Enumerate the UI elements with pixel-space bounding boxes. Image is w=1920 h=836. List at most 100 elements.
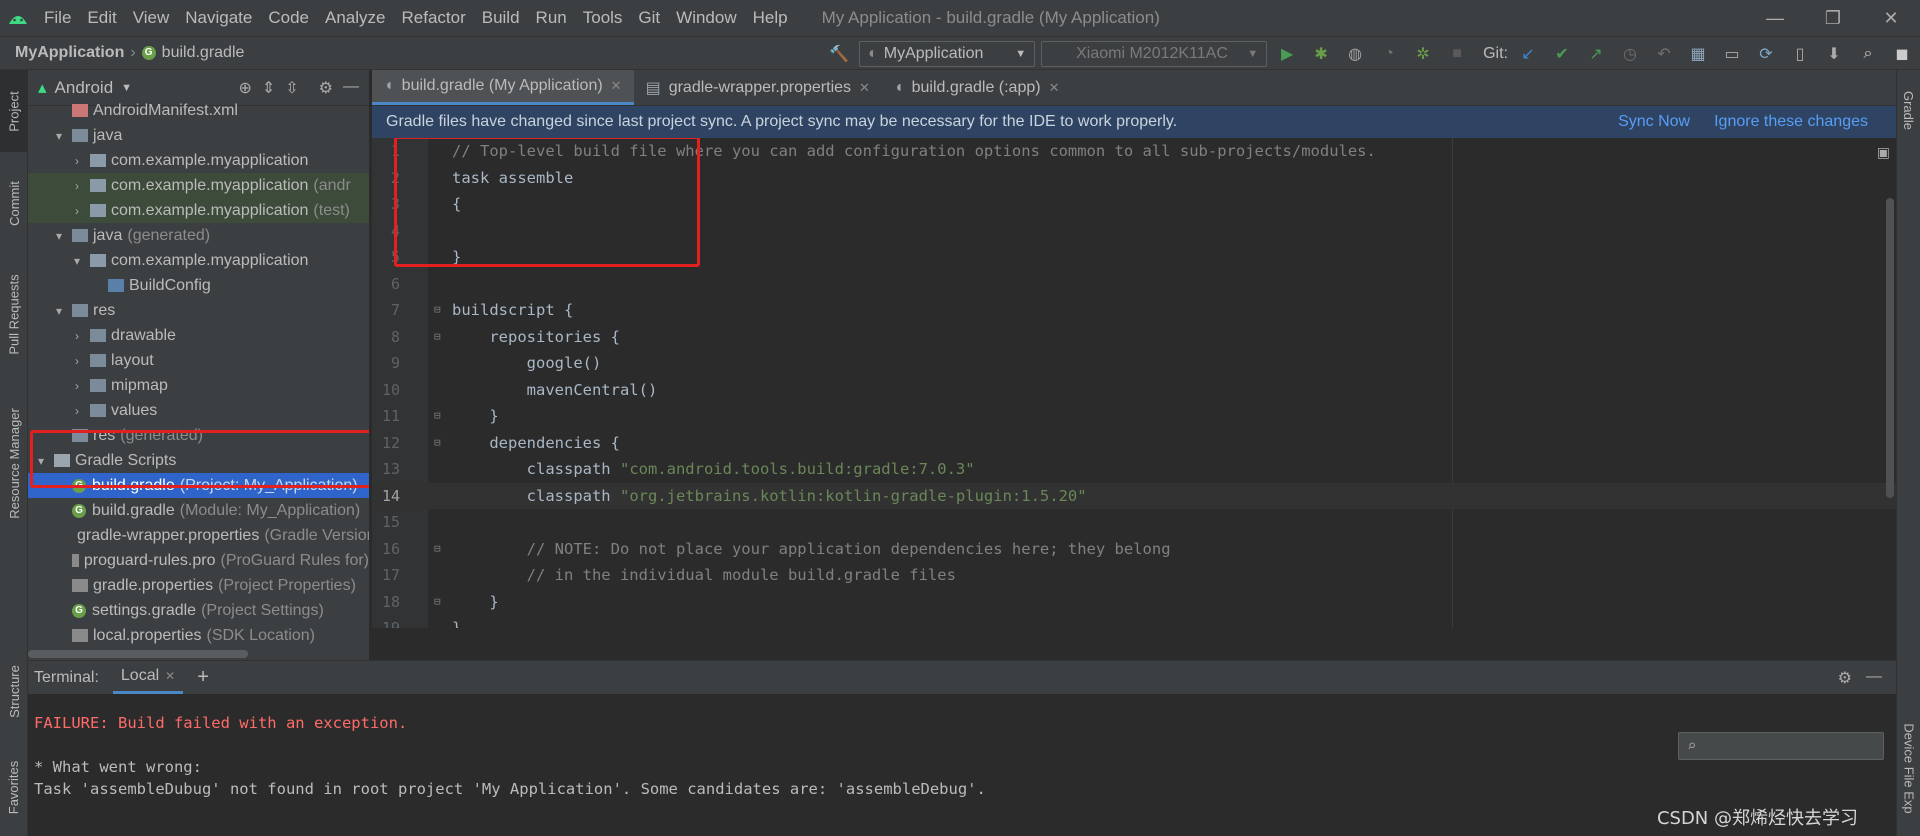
fold-marker-icon[interactable]: ⊟ <box>434 297 444 323</box>
code-line[interactable]: 6 <box>372 271 1896 297</box>
tree-item[interactable]: BuildConfig <box>28 273 369 298</box>
stripe-tab-favorites[interactable]: Favorites <box>0 742 28 832</box>
code-line[interactable]: 15 <box>372 509 1896 535</box>
chevron-down-icon[interactable]: ▾ <box>70 254 84 268</box>
history-icon[interactable]: ◷ <box>1616 40 1644 68</box>
close-icon[interactable]: ✕ <box>165 669 175 683</box>
device-manager-icon[interactable]: ▭ <box>1718 40 1746 68</box>
breadcrumb-project[interactable]: MyApplication <box>15 44 124 62</box>
tree-item[interactable]: › layout <box>28 348 369 373</box>
close-icon[interactable]: ✕ <box>1049 80 1060 96</box>
tree-item[interactable]: local.properties (SDK Location) <box>28 623 369 648</box>
stripe-tab-project[interactable]: Project <box>0 70 28 152</box>
chevron-right-icon[interactable]: › <box>70 404 84 418</box>
terminal-tab-local[interactable]: Local ✕ <box>112 661 184 694</box>
menu-item-window[interactable]: Window <box>668 0 744 36</box>
tree-item[interactable]: proguard-rules.pro (ProGuard Rules for) <box>28 548 369 573</box>
sync-now-link[interactable]: Sync Now <box>1618 113 1690 131</box>
code-line[interactable]: 7 ⊟ buildscript { <box>372 297 1896 323</box>
breadcrumb-file[interactable]: build.gradle <box>162 44 245 62</box>
project-view-select[interactable]: ▴ Android ▼ <box>38 78 132 98</box>
sdk-manager-icon[interactable]: ⬇ <box>1820 40 1848 68</box>
tree-item[interactable]: › com.example.myapplication (test) <box>28 198 369 223</box>
fold-marker-icon[interactable]: ⊟ <box>434 403 444 429</box>
tree-item[interactable]: › com.example.myapplication (andr <box>28 173 369 198</box>
hide-panel-icon[interactable]: — <box>1866 668 1882 688</box>
tree-item[interactable]: ▾ java <box>28 123 369 148</box>
stripe-tab-pull-requests[interactable]: Pull Requests <box>0 254 28 374</box>
menu-item-navigate[interactable]: Navigate <box>177 0 260 36</box>
menu-item-file[interactable]: File <box>36 0 79 36</box>
code-line[interactable]: 16 ⊟ // NOTE: Do not place your applicati… <box>372 536 1896 562</box>
fold-marker-icon[interactable]: ⊟ <box>434 589 444 615</box>
ignore-changes-link[interactable]: Ignore these changes <box>1714 113 1868 131</box>
chevron-right-icon[interactable]: › <box>70 204 84 218</box>
device-select[interactable]: Xiaomi M2012K11AC ▼ <box>1041 40 1268 67</box>
chevron-right-icon[interactable]: › <box>70 329 84 343</box>
debug-icon[interactable]: ✱ <box>1307 40 1335 68</box>
editor-tab[interactable]: ◖ build.gradle (My Application) ✕ <box>372 70 634 105</box>
stop-icon[interactable]: ■ <box>1443 40 1471 68</box>
tree-item[interactable]: › mipmap <box>28 373 369 398</box>
close-icon[interactable]: ✕ <box>859 80 870 96</box>
menu-item-analyze[interactable]: Analyze <box>317 0 393 36</box>
add-terminal-button[interactable]: + <box>197 666 209 689</box>
git-commit-icon[interactable]: ✔ <box>1548 40 1576 68</box>
tree-item[interactable]: Gbuild.gradle (Module: My_Application) <box>28 498 369 523</box>
profile-icon[interactable]: ◔ <box>1375 40 1403 68</box>
code-line[interactable]: 14 classpath "org.jetbrains.kotlin:kotli… <box>372 482 1896 509</box>
stripe-tab-gradle[interactable]: Gradle <box>1897 70 1920 150</box>
tree-item[interactable]: › com.example.myapplication <box>28 148 369 173</box>
horizontal-scrollbar[interactable] <box>28 650 248 658</box>
run-config-select[interactable]: ◐ MyApplication ▼ <box>859 40 1036 67</box>
chevron-down-icon[interactable]: ▾ <box>52 229 66 243</box>
hide-panel-icon[interactable]: — <box>343 78 359 98</box>
editor-tab[interactable]: ◖ build.gradle (:app) ✕ <box>882 70 1072 105</box>
menu-item-git[interactable]: Git <box>630 0 668 36</box>
restore-button[interactable]: ❐ <box>1804 0 1862 36</box>
tree-item[interactable]: gradle-wrapper.properties (Gradle Version… <box>28 523 369 548</box>
code-line[interactable]: 13 classpath "com.android.tools.build:gr… <box>372 456 1896 482</box>
code-line[interactable]: 17 // in the individual module build.gra… <box>372 562 1896 588</box>
expand-all-icon[interactable]: ⇕ <box>262 78 275 98</box>
search-icon[interactable]: ⌕ <box>1854 40 1882 68</box>
avatar[interactable]: ◼ <box>1888 40 1916 68</box>
tree-item[interactable]: Gsettings.gradle (Project Settings) <box>28 598 369 623</box>
project-structure-icon[interactable]: ▦ <box>1684 40 1712 68</box>
tree-item[interactable]: AndroidManifest.xml <box>28 98 369 123</box>
stripe-tab-structure[interactable]: Structure <box>0 646 28 736</box>
rollback-icon[interactable]: ↶ <box>1650 40 1678 68</box>
tree-item[interactable]: ▾ res <box>28 298 369 323</box>
code-line[interactable]: 18 ⊟ } <box>372 589 1896 615</box>
tree-item[interactable]: ▾ java (generated) <box>28 223 369 248</box>
hammer-build-icon[interactable]: 🔨 <box>825 40 853 68</box>
menu-item-tools[interactable]: Tools <box>575 0 631 36</box>
tree-item[interactable]: ▾ com.example.myapplication <box>28 248 369 273</box>
menu-item-help[interactable]: Help <box>745 0 796 36</box>
menu-item-code[interactable]: Code <box>260 0 317 36</box>
menu-item-build[interactable]: Build <box>474 0 528 36</box>
stripe-tab-commit[interactable]: Commit <box>0 162 28 244</box>
attach-debugger-icon[interactable]: ✲ <box>1409 40 1437 68</box>
gear-icon[interactable]: ⚙ <box>1838 668 1852 688</box>
code-line[interactable]: 8 ⊟ repositories { <box>372 324 1896 350</box>
chevron-right-icon[interactable]: › <box>70 354 84 368</box>
tree-item[interactable]: › values <box>28 398 369 423</box>
chevron-right-icon[interactable]: › <box>70 179 84 193</box>
terminal-search-input[interactable]: ⌕ <box>1678 732 1884 760</box>
editor-tab[interactable]: ▤ gradle-wrapper.properties ✕ <box>634 70 882 105</box>
chevron-right-icon[interactable]: › <box>70 154 84 168</box>
collapse-all-icon[interactable]: ⇳ <box>285 78 298 98</box>
avd-manager-icon[interactable]: ▯ <box>1786 40 1814 68</box>
tree-item[interactable]: gradle.properties (Project Properties) <box>28 573 369 598</box>
stripe-tab-device-file-explorer[interactable]: Device File Exp <box>1897 700 1920 836</box>
code-editor[interactable]: 1// Top-level build file where you can a… <box>372 138 1896 628</box>
git-update-icon[interactable]: ↙ <box>1514 40 1542 68</box>
gear-icon[interactable]: ⚙ <box>319 78 333 98</box>
locate-icon[interactable]: ⊕ <box>238 78 251 98</box>
gradle-sync-icon[interactable]: ⟳ <box>1752 40 1780 68</box>
chevron-down-icon[interactable]: ▾ <box>52 304 66 318</box>
chevron-down-icon[interactable]: ▾ <box>52 129 66 143</box>
menu-item-run[interactable]: Run <box>528 0 575 36</box>
menu-item-view[interactable]: View <box>125 0 178 36</box>
